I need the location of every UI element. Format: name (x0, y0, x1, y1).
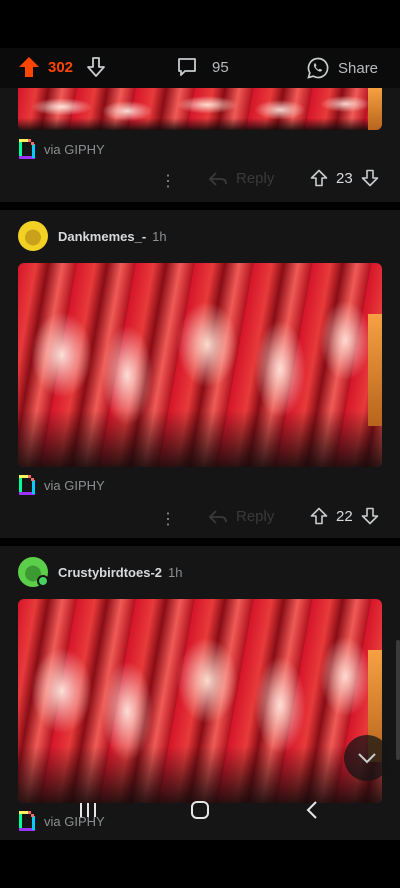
comment-card: via GIPHY ⋮ Reply 23 (0, 88, 400, 202)
post-action-bar: 302 95 Share (0, 48, 400, 88)
arrow-up-icon[interactable] (18, 56, 40, 78)
comment-author-row: Dankmemes_- 1h (18, 221, 167, 251)
more-dots-icon[interactable]: ⋮ (160, 509, 176, 529)
screen: 302 95 Share via GIPHY ⋮ Reply 23 Dankme… (0, 0, 400, 888)
via-giphy-text: via GIPHY (44, 141, 105, 157)
giphy-logo-icon (18, 138, 36, 160)
comment-vote-group: 23 (310, 169, 379, 187)
comment-time: 1h (152, 228, 167, 244)
more-dots-icon[interactable]: ⋮ (160, 171, 176, 191)
comment-username[interactable]: Crustybirdtoes-2 (58, 565, 162, 580)
system-nav-bar (0, 790, 400, 830)
arrow-up-icon[interactable] (310, 507, 328, 525)
gif-image[interactable] (18, 88, 382, 130)
post-upvote-count: 302 (48, 58, 74, 76)
recents-button[interactable] (68, 796, 108, 824)
comment-vote-count: 22 (336, 507, 353, 525)
divider (0, 202, 400, 210)
arrow-down-icon[interactable] (85, 56, 107, 78)
reply-arrow-icon (208, 509, 228, 525)
giphy-attribution[interactable]: via GIPHY (18, 138, 105, 160)
home-button[interactable] (180, 796, 220, 824)
giphy-attribution[interactable]: via GIPHY (18, 474, 105, 496)
gif-image[interactable] (18, 263, 382, 467)
post-vote-group: 302 (18, 56, 107, 78)
avatar[interactable] (18, 557, 49, 587)
comment-vote-group: 22 (310, 507, 379, 525)
via-giphy-text: via GIPHY (44, 477, 105, 493)
arrow-down-icon[interactable] (361, 169, 379, 187)
gif-image[interactable] (18, 599, 382, 803)
scroll-down-button[interactable] (344, 735, 390, 781)
comment-time: 1h (168, 564, 183, 580)
comment-bubble-icon (176, 56, 198, 78)
reply-label: Reply (236, 170, 275, 187)
back-icon (305, 800, 319, 820)
reply-button[interactable]: Reply (208, 170, 274, 187)
reply-button[interactable]: Reply (208, 508, 274, 525)
reply-label: Reply (236, 508, 275, 525)
comment-author-row: Crustybirdtoes-2 1h (18, 557, 183, 587)
comment-vote-count: 23 (336, 169, 353, 187)
recents-icon (77, 801, 99, 819)
avatar[interactable] (18, 221, 48, 251)
arrow-up-icon[interactable] (310, 169, 328, 187)
scrollbar-thumb[interactable] (396, 640, 400, 760)
share-button[interactable]: Share (306, 56, 378, 80)
comment-actions: ⋮ Reply 23 (0, 168, 400, 196)
giphy-logo-icon (18, 474, 36, 496)
reply-arrow-icon (208, 171, 228, 187)
comment-username[interactable]: Dankmemes_- (58, 229, 146, 244)
comment-count: 95 (212, 58, 229, 76)
divider (0, 538, 400, 546)
whatsapp-icon (306, 56, 330, 80)
home-icon (189, 799, 211, 821)
comments-button[interactable]: 95 (176, 56, 229, 78)
chevron-down-icon (357, 752, 377, 764)
comment-card: Dankmemes_- 1h via GIPHY ⋮ Reply 22 (0, 210, 400, 538)
back-button[interactable] (292, 796, 332, 824)
comment-actions: ⋮ Reply 22 (0, 506, 400, 534)
arrow-down-icon[interactable] (361, 507, 379, 525)
online-indicator (37, 575, 49, 587)
share-label: Share (338, 59, 379, 77)
